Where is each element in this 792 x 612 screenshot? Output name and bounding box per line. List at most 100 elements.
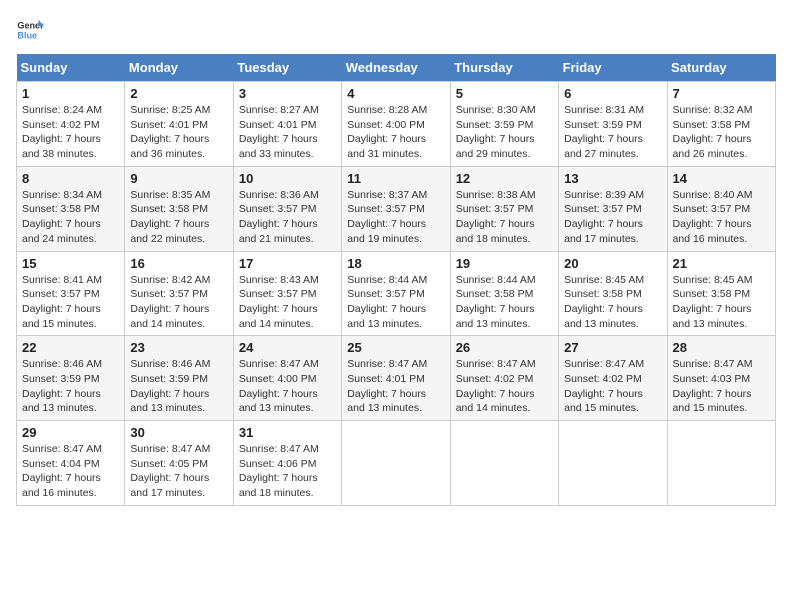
day-info: Sunrise: 8:42 AMSunset: 3:57 PMDaylight:… xyxy=(130,273,227,332)
calendar-cell: 16 Sunrise: 8:42 AMSunset: 3:57 PMDayligh… xyxy=(125,251,233,336)
day-number: 13 xyxy=(564,171,661,186)
day-number: 3 xyxy=(239,86,336,101)
day-info: Sunrise: 8:46 AMSunset: 3:59 PMDaylight:… xyxy=(130,357,227,416)
calendar-cell: 3 Sunrise: 8:27 AMSunset: 4:01 PMDaylight… xyxy=(233,82,341,167)
day-info: Sunrise: 8:30 AMSunset: 3:59 PMDaylight:… xyxy=(456,103,553,162)
calendar-week-4: 22 Sunrise: 8:46 AMSunset: 3:59 PMDayligh… xyxy=(17,336,776,421)
day-number: 27 xyxy=(564,340,661,355)
day-info: Sunrise: 8:47 AMSunset: 4:03 PMDaylight:… xyxy=(673,357,770,416)
calendar-cell: 11 Sunrise: 8:37 AMSunset: 3:57 PMDayligh… xyxy=(342,166,450,251)
calendar-cell: 22 Sunrise: 8:46 AMSunset: 3:59 PMDayligh… xyxy=(17,336,125,421)
day-info: Sunrise: 8:47 AMSunset: 4:05 PMDaylight:… xyxy=(130,442,227,501)
day-number: 22 xyxy=(22,340,119,355)
calendar-cell: 14Sunrise: 8:40 AMSunset: 3:57 PMDayligh… xyxy=(667,166,775,251)
day-number: 31 xyxy=(239,425,336,440)
header: General Blue xyxy=(16,16,776,44)
day-number: 29 xyxy=(22,425,119,440)
day-number: 6 xyxy=(564,86,661,101)
day-info: Sunrise: 8:34 AMSunset: 3:58 PMDaylight:… xyxy=(22,188,119,247)
day-number: 5 xyxy=(456,86,553,101)
calendar-cell: 20Sunrise: 8:45 AMSunset: 3:58 PMDayligh… xyxy=(559,251,667,336)
day-info: Sunrise: 8:44 AMSunset: 3:58 PMDaylight:… xyxy=(456,273,553,332)
calendar-cell: 26Sunrise: 8:47 AMSunset: 4:02 PMDayligh… xyxy=(450,336,558,421)
day-number: 9 xyxy=(130,171,227,186)
day-info: Sunrise: 8:27 AMSunset: 4:01 PMDaylight:… xyxy=(239,103,336,162)
day-info: Sunrise: 8:35 AMSunset: 3:58 PMDaylight:… xyxy=(130,188,227,247)
day-number: 17 xyxy=(239,256,336,271)
calendar-cell: 28 Sunrise: 8:47 AMSunset: 4:03 PMDayligh… xyxy=(667,336,775,421)
svg-text:Blue: Blue xyxy=(17,30,37,40)
day-info: Sunrise: 8:47 AMSunset: 4:02 PMDaylight:… xyxy=(456,357,553,416)
calendar-cell: 30 Sunrise: 8:47 AMSunset: 4:05 PMDayligh… xyxy=(125,421,233,506)
day-number: 10 xyxy=(239,171,336,186)
calendar-cell: 19 Sunrise: 8:44 AMSunset: 3:58 PMDayligh… xyxy=(450,251,558,336)
calendar-cell: 15 Sunrise: 8:41 AMSunset: 3:57 PMDayligh… xyxy=(17,251,125,336)
calendar-cell: 21Sunrise: 8:45 AMSunset: 3:58 PMDayligh… xyxy=(667,251,775,336)
day-info: Sunrise: 8:45 AMSunset: 3:58 PMDaylight:… xyxy=(673,273,770,332)
day-info: Sunrise: 8:36 AMSunset: 3:57 PMDaylight:… xyxy=(239,188,336,247)
calendar-cell: 4 Sunrise: 8:28 AMSunset: 4:00 PMDaylight… xyxy=(342,82,450,167)
day-info: Sunrise: 8:41 AMSunset: 3:57 PMDaylight:… xyxy=(22,273,119,332)
header-thursday: Thursday xyxy=(450,54,558,82)
day-number: 4 xyxy=(347,86,444,101)
calendar-cell: 31 Sunrise: 8:47 AMSunset: 4:06 PMDayligh… xyxy=(233,421,341,506)
calendar-week-3: 15 Sunrise: 8:41 AMSunset: 3:57 PMDayligh… xyxy=(17,251,776,336)
calendar-cell: 27Sunrise: 8:47 AMSunset: 4:02 PMDayligh… xyxy=(559,336,667,421)
day-number: 15 xyxy=(22,256,119,271)
day-info: Sunrise: 8:40 AMSunset: 3:57 PMDaylight:… xyxy=(673,188,770,247)
calendar-table: SundayMondayTuesdayWednesdayThursdayFrid… xyxy=(16,54,776,506)
calendar-cell: 29 Sunrise: 8:47 AMSunset: 4:04 PMDayligh… xyxy=(17,421,125,506)
calendar-cell: 2 Sunrise: 8:25 AMSunset: 4:01 PMDaylight… xyxy=(125,82,233,167)
header-monday: Monday xyxy=(125,54,233,82)
day-info: Sunrise: 8:47 AMSunset: 4:06 PMDaylight:… xyxy=(239,442,336,501)
day-info: Sunrise: 8:44 AMSunset: 3:57 PMDaylight:… xyxy=(347,273,444,332)
day-number: 24 xyxy=(239,340,336,355)
calendar-cell xyxy=(342,421,450,506)
day-info: Sunrise: 8:47 AMSunset: 4:00 PMDaylight:… xyxy=(239,357,336,416)
day-number: 28 xyxy=(673,340,770,355)
day-info: Sunrise: 8:24 AMSunset: 4:02 PMDaylight:… xyxy=(22,103,119,162)
day-info: Sunrise: 8:32 AMSunset: 3:58 PMDaylight:… xyxy=(673,103,770,162)
calendar-cell: 10 Sunrise: 8:36 AMSunset: 3:57 PMDayligh… xyxy=(233,166,341,251)
logo: General Blue xyxy=(16,16,44,44)
day-number: 16 xyxy=(130,256,227,271)
calendar-week-1: 1 Sunrise: 8:24 AMSunset: 4:02 PMDaylight… xyxy=(17,82,776,167)
day-info: Sunrise: 8:47 AMSunset: 4:04 PMDaylight:… xyxy=(22,442,119,501)
day-info: Sunrise: 8:43 AMSunset: 3:57 PMDaylight:… xyxy=(239,273,336,332)
day-info: Sunrise: 8:47 AMSunset: 4:01 PMDaylight:… xyxy=(347,357,444,416)
calendar-cell xyxy=(559,421,667,506)
day-number: 18 xyxy=(347,256,444,271)
calendar-cell: 1 Sunrise: 8:24 AMSunset: 4:02 PMDaylight… xyxy=(17,82,125,167)
calendar-cell: 9 Sunrise: 8:35 AMSunset: 3:58 PMDaylight… xyxy=(125,166,233,251)
header-saturday: Saturday xyxy=(667,54,775,82)
calendar-cell xyxy=(450,421,558,506)
day-info: Sunrise: 8:28 AMSunset: 4:00 PMDaylight:… xyxy=(347,103,444,162)
day-number: 11 xyxy=(347,171,444,186)
header-sunday: Sunday xyxy=(17,54,125,82)
day-info: Sunrise: 8:25 AMSunset: 4:01 PMDaylight:… xyxy=(130,103,227,162)
logo-icon: General Blue xyxy=(16,16,44,44)
day-number: 30 xyxy=(130,425,227,440)
day-number: 1 xyxy=(22,86,119,101)
day-info: Sunrise: 8:39 AMSunset: 3:57 PMDaylight:… xyxy=(564,188,661,247)
calendar-cell: 17 Sunrise: 8:43 AMSunset: 3:57 PMDayligh… xyxy=(233,251,341,336)
calendar-cell: 7 Sunrise: 8:32 AMSunset: 3:58 PMDaylight… xyxy=(667,82,775,167)
day-info: Sunrise: 8:46 AMSunset: 3:59 PMDaylight:… xyxy=(22,357,119,416)
calendar-cell: 8Sunrise: 8:34 AMSunset: 3:58 PMDaylight… xyxy=(17,166,125,251)
header-wednesday: Wednesday xyxy=(342,54,450,82)
calendar-cell: 5 Sunrise: 8:30 AMSunset: 3:59 PMDaylight… xyxy=(450,82,558,167)
calendar-week-2: 8Sunrise: 8:34 AMSunset: 3:58 PMDaylight… xyxy=(17,166,776,251)
day-info: Sunrise: 8:37 AMSunset: 3:57 PMDaylight:… xyxy=(347,188,444,247)
day-number: 2 xyxy=(130,86,227,101)
header-friday: Friday xyxy=(559,54,667,82)
day-info: Sunrise: 8:31 AMSunset: 3:59 PMDaylight:… xyxy=(564,103,661,162)
day-number: 23 xyxy=(130,340,227,355)
calendar-cell: 25 Sunrise: 8:47 AMSunset: 4:01 PMDayligh… xyxy=(342,336,450,421)
day-number: 25 xyxy=(347,340,444,355)
day-number: 7 xyxy=(673,86,770,101)
calendar-cell: 18 Sunrise: 8:44 AMSunset: 3:57 PMDayligh… xyxy=(342,251,450,336)
header-tuesday: Tuesday xyxy=(233,54,341,82)
day-number: 20 xyxy=(564,256,661,271)
day-number: 19 xyxy=(456,256,553,271)
day-number: 12 xyxy=(456,171,553,186)
